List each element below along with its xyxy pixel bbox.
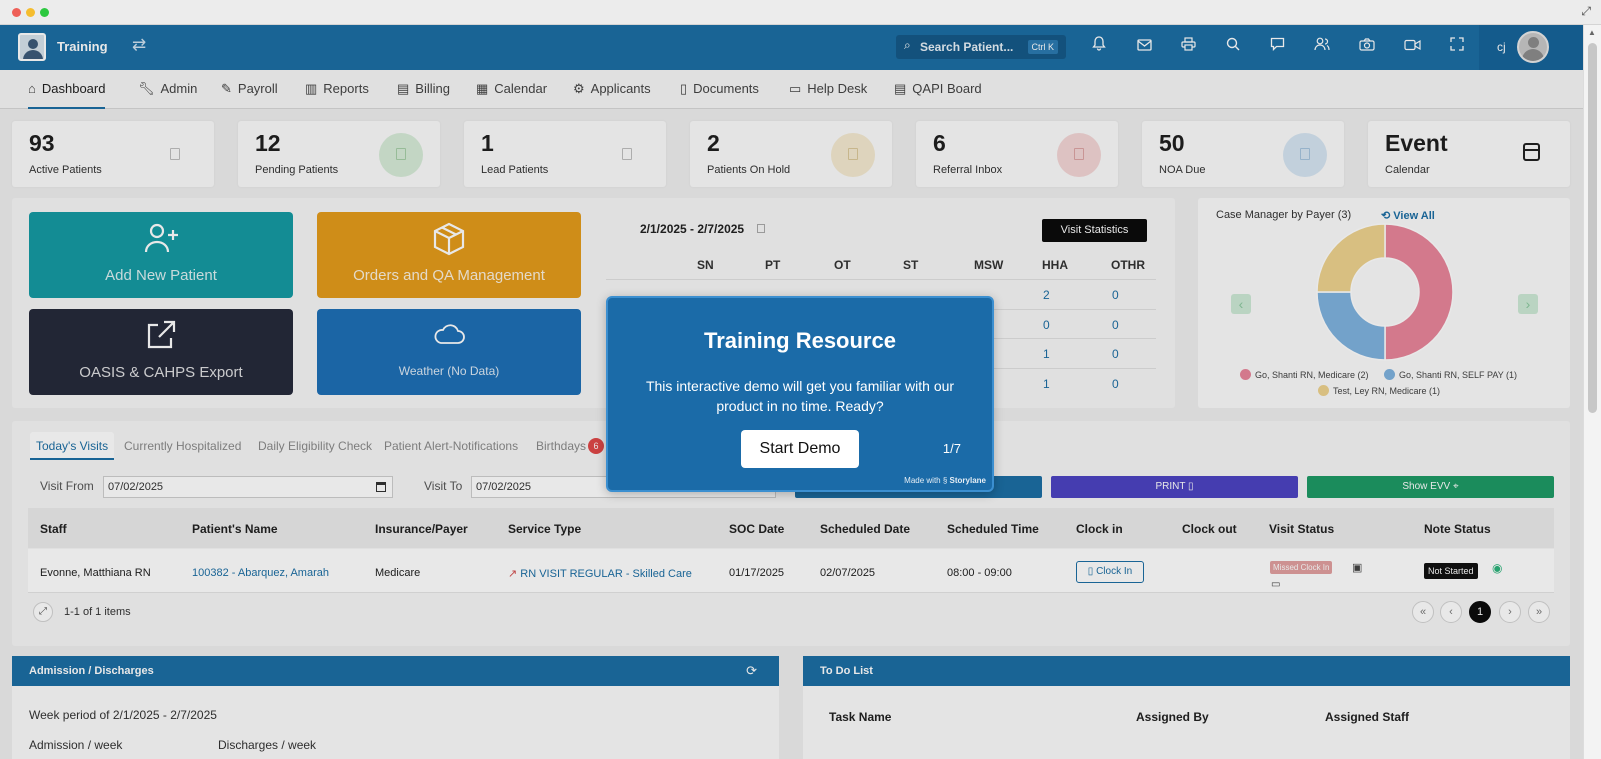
scroll-up-icon[interactable]: ▲ (1588, 28, 1596, 37)
made-with-storylane[interactable]: Made with § Storylane (904, 476, 986, 485)
start-demo-button[interactable]: Start Demo (741, 430, 859, 468)
step-counter: 1/7 (942, 441, 961, 456)
close-window-button[interactable] (12, 8, 21, 17)
scrollbar-thumb[interactable] (1588, 43, 1597, 413)
vertical-scrollbar[interactable]: ▲ (1583, 25, 1601, 759)
window-titlebar: ⤢ (0, 0, 1601, 25)
training-resource-modal: Training Resource This interactive demo … (606, 296, 994, 492)
modal-body: This interactive demo will get you famil… (645, 378, 955, 414)
modal-title: Training Resource (704, 328, 896, 353)
expand-icon[interactable]: ⤢ (1581, 4, 1591, 19)
minimize-window-button[interactable] (26, 8, 35, 17)
maximize-window-button[interactable] (40, 8, 49, 17)
